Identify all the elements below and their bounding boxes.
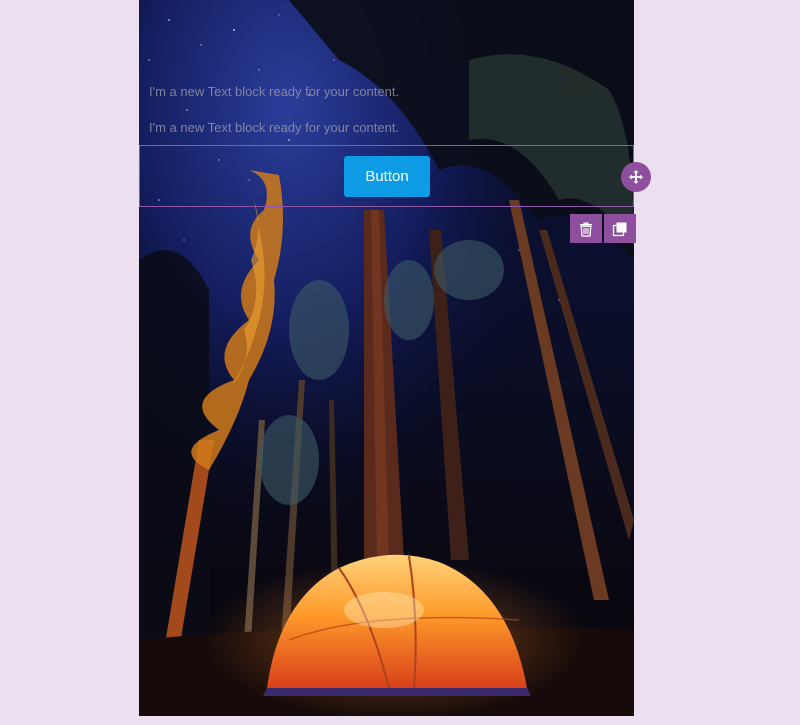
selected-button-block[interactable]: Button xyxy=(139,145,634,207)
move-arrows-icon xyxy=(629,170,643,184)
content-canvas: I'm a new Text block ready for your cont… xyxy=(139,0,634,716)
text-block[interactable]: I'm a new Text block ready for your cont… xyxy=(149,120,399,135)
delete-block-button[interactable] xyxy=(570,214,602,243)
move-handle[interactable] xyxy=(621,162,651,192)
text-block[interactable]: I'm a new Text block ready for your cont… xyxy=(149,84,399,99)
cta-button[interactable]: Button xyxy=(344,156,430,197)
background-image-camping-tent xyxy=(139,0,634,716)
duplicate-block-button[interactable] xyxy=(604,214,636,243)
trash-icon xyxy=(580,222,592,237)
duplicate-icon xyxy=(612,222,627,236)
